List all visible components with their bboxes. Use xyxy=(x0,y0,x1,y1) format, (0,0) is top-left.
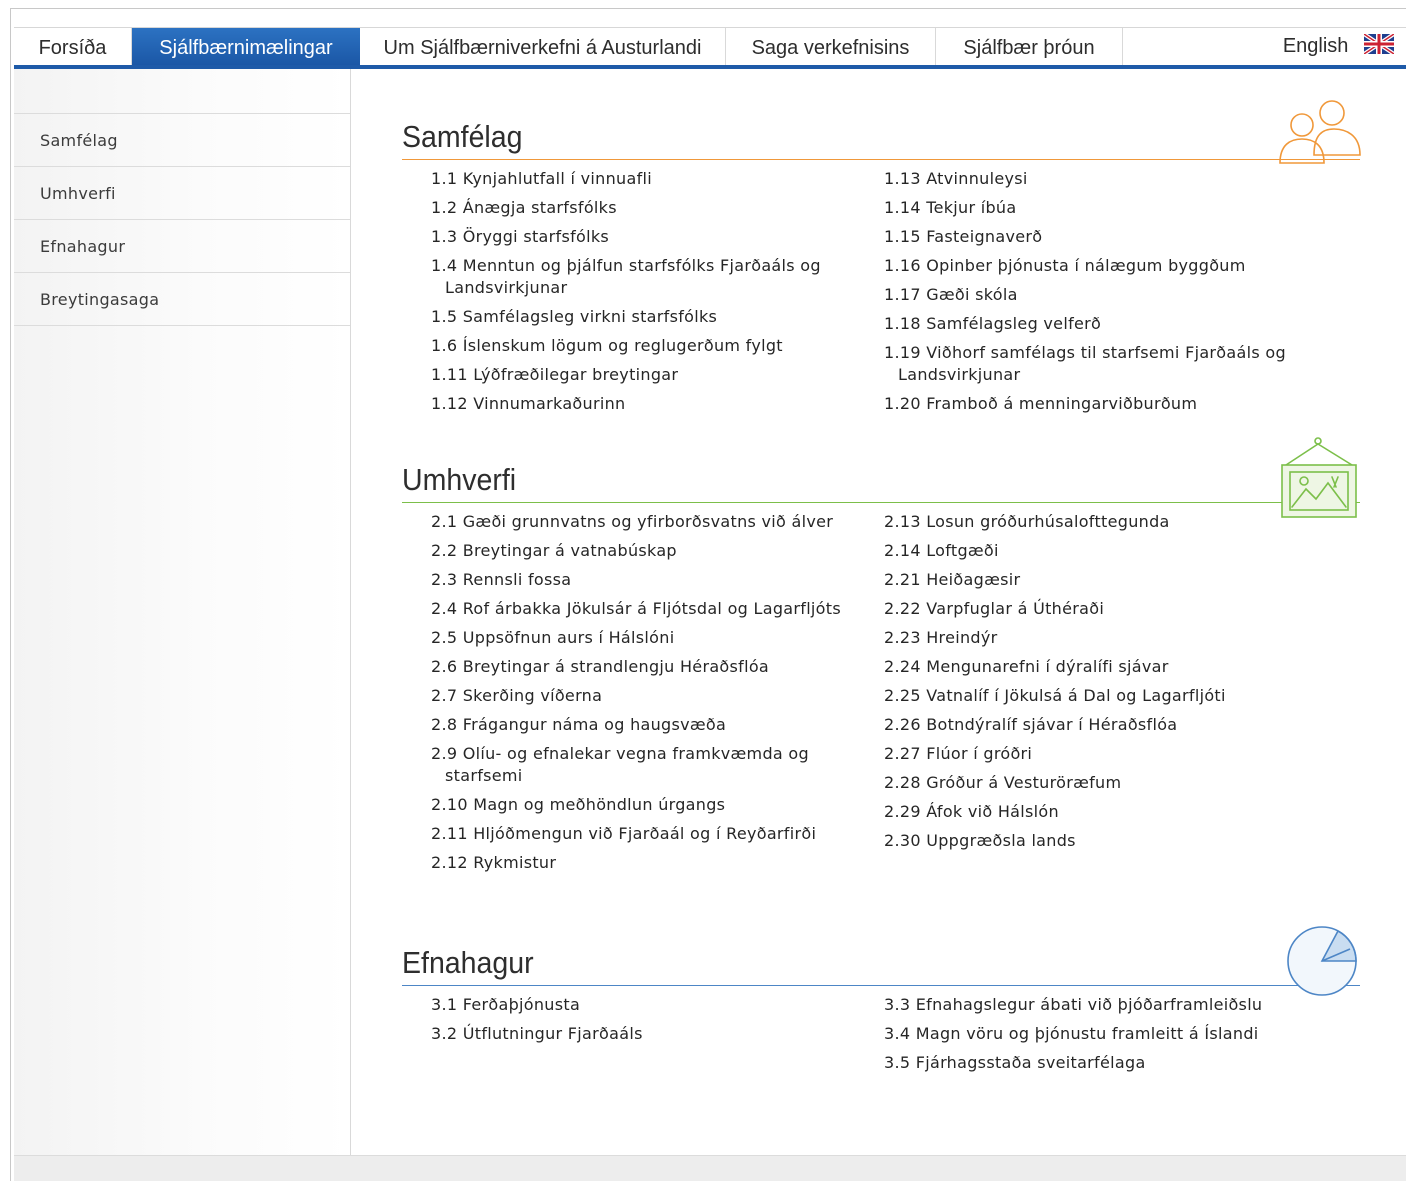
sidebar-item-samfelag[interactable]: Samfélag xyxy=(14,113,350,166)
landscape-picture-icon xyxy=(1281,437,1357,518)
indicator-link[interactable]: 1.4 Menntun og þjálfun starfsfólks Fjarð… xyxy=(416,255,842,299)
indicator-link[interactable]: 2.23 Hreindýr xyxy=(869,627,1295,649)
indicator-link[interactable]: 2.1 Gæði grunnvatns og yfirborðsvatns vi… xyxy=(416,511,842,533)
indicator-column-right: 2.13 Losun gróðurhúsalofttegunda 2.14 Lo… xyxy=(855,511,1295,859)
indicator-link[interactable]: 2.22 Varpfuglar á Úthéraði xyxy=(869,598,1295,620)
indicator-link[interactable]: 2.7 Skerðing víðerna xyxy=(416,685,842,707)
indicator-link[interactable]: 2.9 Olíu- og efnalekar vegna framkvæmda … xyxy=(416,743,842,787)
indicator-link[interactable]: 2.11 Hljóðmengun við Fjarðaál og í Reyða… xyxy=(416,823,842,845)
indicator-link[interactable]: 2.29 Áfok við Hálslón xyxy=(869,801,1295,823)
indicator-link[interactable]: 2.2 Breytingar á vatnabúskap xyxy=(416,540,842,562)
indicator-link[interactable]: 2.28 Gróður á Vesturöræfum xyxy=(869,772,1295,794)
indicator-link[interactable]: 1.20 Framboð á menningarviðburðum xyxy=(869,393,1295,415)
indicator-link[interactable]: 1.18 Samfélagsleg velferð xyxy=(869,313,1295,335)
section-divider xyxy=(402,159,1360,160)
indicator-link[interactable]: 2.6 Breytingar á strandlengju Héraðsflóa xyxy=(416,656,842,678)
indicator-link[interactable]: 1.5 Samfélagsleg virkni starfsfólks xyxy=(416,306,842,328)
indicator-link[interactable]: 2.13 Losun gróðurhúsalofttegunda xyxy=(869,511,1295,533)
indicator-link[interactable]: 3.3 Efnahagslegur ábati við þjóðarframle… xyxy=(869,994,1295,1016)
indicator-link[interactable]: 1.2 Ánægja starfsfólks xyxy=(416,197,842,219)
indicator-link[interactable]: 2.27 Flúor í gróðri xyxy=(869,743,1295,765)
indicator-link[interactable]: 2.8 Frágangur náma og haugsvæða xyxy=(416,714,842,736)
section-title: Samfélag xyxy=(402,119,523,154)
nav-item-home[interactable]: Forsíða xyxy=(14,28,132,65)
indicator-link[interactable]: 1.3 Öryggi starfsfólks xyxy=(416,226,842,248)
indicator-link[interactable]: 1.11 Lýðfræðilegar breytingar xyxy=(416,364,842,386)
section-umhverfi: Umhverfi 2.1 Gæði grunnvatns og yfirborð… xyxy=(402,458,1360,872)
section-samfelag: Samfélag 1.1 Kynjahlutfall í vinnuafli 1… xyxy=(402,115,1360,413)
language-label[interactable]: English xyxy=(1283,35,1349,57)
indicator-link[interactable]: 3.5 Fjárhagsstaða sveitarfélaga xyxy=(869,1052,1295,1074)
indicator-link[interactable]: 2.12 Rykmistur xyxy=(416,852,842,874)
sidebar-item-breytingasaga[interactable]: Breytingasaga xyxy=(14,272,350,326)
language-switch[interactable]: English xyxy=(1283,28,1394,65)
indicator-link[interactable]: 1.1 Kynjahlutfall í vinnuafli xyxy=(416,168,842,190)
indicator-link[interactable]: 2.25 Vatnalíf í Jökulsá á Dal og Lagarfl… xyxy=(869,685,1295,707)
uk-flag-icon[interactable] xyxy=(1364,33,1394,54)
sidebar-item-umhverfi[interactable]: Umhverfi xyxy=(14,166,350,219)
nav-item-about-project[interactable]: Um Sjálfbærniverkefni á Austurlandi xyxy=(360,28,726,65)
indicator-link[interactable]: 2.14 Loftgæði xyxy=(869,540,1295,562)
nav-item-project-history[interactable]: Saga verkefnisins xyxy=(726,28,936,65)
indicator-link[interactable]: 2.24 Mengunarefni í dýralífi sjávar xyxy=(869,656,1295,678)
indicator-link[interactable]: 1.12 Vinnumarkaðurinn xyxy=(416,393,842,415)
indicator-link[interactable]: 2.30 Uppgræðsla lands xyxy=(869,830,1295,852)
people-icon xyxy=(1279,100,1361,164)
indicator-link[interactable]: 2.21 Heiðagæsir xyxy=(869,569,1295,591)
main-content: Samfélag 1.1 Kynjahlutfall í vinnuafli 1… xyxy=(352,69,1406,1155)
nav-item-sustainable-development[interactable]: Sjálfbær þróun xyxy=(936,28,1123,65)
indicator-link[interactable]: 1.16 Opinber þjónusta í nálægum byggðum xyxy=(869,255,1295,277)
indicator-link[interactable]: 1.13 Atvinnuleysi xyxy=(869,168,1295,190)
indicator-link[interactable]: 1.6 Íslenskum lögum og reglugerðum fylgt xyxy=(416,335,842,357)
indicator-link[interactable]: 2.5 Uppsöfnun aurs í Hálslóni xyxy=(416,627,842,649)
footer-bar xyxy=(14,1155,1406,1181)
indicator-link[interactable]: 1.14 Tekjur íbúa xyxy=(869,197,1295,219)
section-efnahagur: Efnahagur 3.1 Ferðaþjónusta 3.2 Útflutni… xyxy=(402,941,1360,1072)
indicator-column-right: 1.13 Atvinnuleysi 1.14 Tekjur íbúa 1.15 … xyxy=(855,168,1295,422)
indicator-link[interactable]: 2.10 Magn og meðhöndlun úrgangs xyxy=(416,794,842,816)
pie-chart-icon xyxy=(1287,926,1357,996)
section-divider xyxy=(402,985,1360,986)
indicator-link[interactable]: 3.1 Ferðaþjónusta xyxy=(416,994,842,1016)
sidebar-item-efnahagur[interactable]: Efnahagur xyxy=(14,219,350,272)
main-navigation: Forsíða Sjálfbærnimælingar Um Sjálfbærni… xyxy=(14,27,1406,69)
section-title: Umhverfi xyxy=(402,462,517,497)
indicator-column-right: 3.3 Efnahagslegur ábati við þjóðarframle… xyxy=(855,994,1295,1081)
indicator-column-left: 1.1 Kynjahlutfall í vinnuafli 1.2 Ánægja… xyxy=(402,168,842,422)
indicator-link[interactable]: 3.2 Útflutningur Fjarðaáls xyxy=(416,1023,842,1045)
section-title: Efnahagur xyxy=(402,945,534,980)
indicator-link[interactable]: 1.19 Viðhorf samfélags til starfsemi Fja… xyxy=(869,342,1295,386)
indicator-link[interactable]: 1.15 Fasteignaverð xyxy=(869,226,1295,248)
sidebar-menu: Samfélag Umhverfi Efnahagur Breytingasag… xyxy=(14,113,350,326)
indicator-link[interactable]: 1.17 Gæði skóla xyxy=(869,284,1295,306)
nav-item-sustainability-indicators[interactable]: Sjálfbærnimælingar xyxy=(132,28,360,65)
sidebar: Samfélag Umhverfi Efnahagur Breytingasag… xyxy=(14,69,351,1155)
indicator-link[interactable]: 2.4 Rof árbakka Jökulsár á Fljótsdal og … xyxy=(416,598,842,620)
indicator-column-left: 2.1 Gæði grunnvatns og yfirborðsvatns vi… xyxy=(402,511,842,881)
indicator-link[interactable]: 3.4 Magn vöru og þjónustu framleitt á Ís… xyxy=(869,1023,1295,1045)
section-divider xyxy=(402,502,1360,503)
indicator-link[interactable]: 2.3 Rennsli fossa xyxy=(416,569,842,591)
indicator-link[interactable]: 2.26 Botndýralíf sjávar í Héraðsflóa xyxy=(869,714,1295,736)
indicator-column-left: 3.1 Ferðaþjónusta 3.2 Útflutningur Fjarð… xyxy=(402,994,842,1052)
